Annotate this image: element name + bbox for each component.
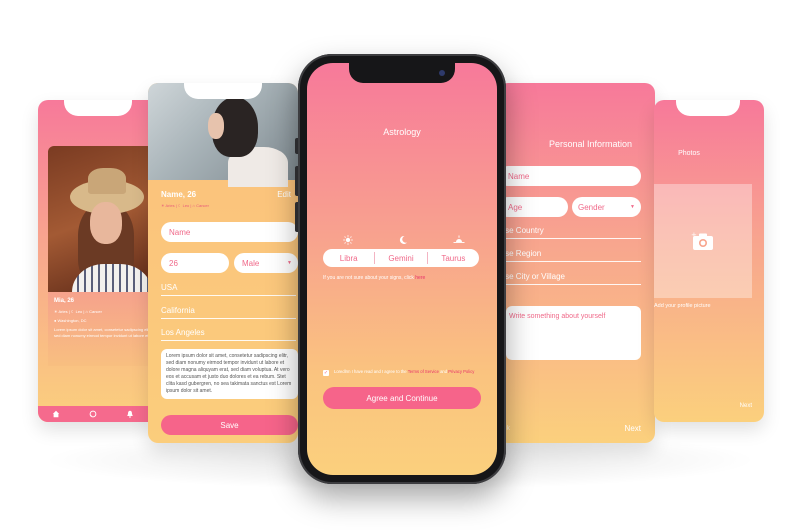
photo-face bbox=[90, 202, 122, 244]
profile-card-screen: Mia, 26 ☀ Aries | ☾ Leo | ⌂ Cancer ● Was… bbox=[38, 100, 158, 422]
sign-label: Cancer bbox=[196, 203, 209, 208]
age-input[interactable]: Age bbox=[498, 197, 568, 217]
sign-label: Aries bbox=[165, 203, 175, 208]
camera-add-icon: + bbox=[691, 231, 713, 250]
photo-hat-top bbox=[88, 168, 126, 194]
profile-signs: ☀ Aries | ☾ Leo | ⌂ Cancer bbox=[161, 203, 209, 208]
sun-sign-option[interactable]: Libra bbox=[323, 254, 374, 263]
rising-icon: ⌂ bbox=[85, 309, 88, 314]
svg-text:+: + bbox=[691, 231, 697, 239]
hint-text: If you are not sure about your signs, cl… bbox=[323, 275, 416, 281]
sign-hint: If you are not sure about your signs, cl… bbox=[323, 275, 425, 281]
profile-signs: ☀ Aries | ☾ Leo | ⌂ Cancer bbox=[54, 309, 102, 314]
screen-notch bbox=[676, 100, 740, 116]
hero-face bbox=[208, 113, 224, 139]
name-input[interactable]: Name bbox=[161, 222, 298, 242]
volume-up-button bbox=[295, 166, 298, 196]
here-link[interactable]: here bbox=[415, 275, 425, 281]
next-button[interactable]: Next bbox=[625, 424, 641, 433]
rising-sign-icon bbox=[453, 235, 465, 243]
sign-label: Leo bbox=[75, 309, 83, 314]
moon-icon: ☾ bbox=[177, 203, 182, 208]
photos-screen: Photos + Add your profile picture Next bbox=[654, 100, 764, 422]
moon-icon: ☾ bbox=[70, 309, 75, 314]
screen-title: Personal Information bbox=[548, 139, 633, 149]
terms-row: ✓ Loredlrm I have read and I agree to th… bbox=[323, 369, 483, 376]
profile-bio: Lorem ipsum dolor sit amet, consetetur s… bbox=[54, 327, 152, 338]
sign-label: Aries bbox=[58, 309, 68, 314]
photo-upload-box[interactable]: + bbox=[654, 184, 752, 298]
privacy-policy-link[interactable]: Privacy Policy bbox=[448, 369, 474, 374]
terms-prefix: Loredlrm I have read and I agree to the bbox=[334, 369, 408, 374]
caret-down-icon: ▼ bbox=[287, 260, 292, 266]
edit-profile-screen: Name, 26 Edit ☀ Aries | ☾ Leo | ⌂ Cancer… bbox=[148, 83, 298, 443]
sun-icon bbox=[343, 235, 353, 245]
sign-label: Cancer bbox=[89, 309, 102, 314]
rising-sign-option[interactable]: Taurus bbox=[428, 254, 479, 263]
add-photo-label: Add your profile picture bbox=[654, 303, 711, 309]
name-row: Name, 26 Edit bbox=[161, 190, 291, 199]
save-button[interactable]: Save bbox=[161, 415, 298, 435]
phone-notch bbox=[349, 63, 455, 83]
chat-icon[interactable] bbox=[89, 410, 97, 418]
center-phone: Astrology Libra Gemini Taurus If you are… bbox=[295, 54, 506, 484]
sign-icons-row bbox=[329, 235, 479, 245]
profile-name: Mia, 26 bbox=[54, 298, 75, 304]
volume-down-button bbox=[295, 202, 298, 232]
bio-textarea[interactable]: Write something about yourself bbox=[506, 306, 641, 360]
terms-of-service-link[interactable]: Terms of Service bbox=[408, 369, 439, 374]
terms-and: and bbox=[438, 369, 449, 374]
rising-icon: ⌂ bbox=[192, 203, 195, 208]
terms-text: Loredlrm I have read and I agree to the … bbox=[334, 369, 474, 376]
moon-sign-option[interactable]: Gemini bbox=[375, 254, 426, 263]
country-select[interactable]: Choose Country bbox=[498, 223, 641, 239]
bottom-tab-bar bbox=[38, 406, 158, 422]
bell-icon[interactable] bbox=[126, 410, 134, 418]
screen-notch bbox=[184, 83, 262, 99]
country-field[interactable]: USA bbox=[161, 280, 296, 296]
profile-info-panel: Mia, 26 ☀ Aries | ☾ Leo | ⌂ Cancer ● Was… bbox=[48, 292, 158, 366]
screen-title: Photos bbox=[678, 150, 700, 157]
city-placeholder: Choose City or Village bbox=[498, 272, 566, 281]
screen-notch bbox=[64, 100, 132, 116]
moon-icon bbox=[399, 235, 407, 244]
agree-and-continue-button[interactable]: Agree and Continue bbox=[323, 387, 481, 409]
region-select[interactable]: Choose Region bbox=[498, 246, 641, 262]
age-input[interactable]: 26 bbox=[161, 253, 229, 273]
city-select[interactable]: Choose City or Village bbox=[498, 269, 641, 285]
terms-checkbox[interactable]: ✓ bbox=[323, 370, 329, 376]
sign-selector: Libra Gemini Taurus bbox=[323, 249, 479, 267]
profile-location: ● Washington, DC bbox=[54, 318, 152, 323]
caret-down-icon: ▼ bbox=[630, 204, 635, 210]
name-input[interactable]: Name bbox=[498, 166, 641, 186]
camera-icon bbox=[439, 70, 445, 76]
home-icon[interactable] bbox=[52, 410, 60, 418]
personal-information-screen: Personal Information Name Age Gender ▼ C… bbox=[498, 83, 655, 443]
location-pin-icon: ● bbox=[54, 318, 57, 323]
city-field[interactable]: Los Angeles bbox=[161, 325, 296, 341]
mute-switch bbox=[295, 138, 298, 154]
sign-label: Leo bbox=[182, 203, 190, 208]
profile-name: Name, 26 bbox=[161, 190, 197, 199]
location-label: Washington, DC bbox=[57, 318, 87, 323]
edit-button[interactable]: Edit bbox=[277, 190, 291, 199]
gender-value: Male bbox=[242, 258, 260, 268]
screen-title: Astrology bbox=[383, 127, 421, 137]
bio-textarea[interactable]: Lorem ipsum dolor sit amet, consetetur s… bbox=[161, 349, 298, 399]
astrology-screen: Astrology Libra Gemini Taurus If you are… bbox=[307, 63, 497, 475]
gender-placeholder: Gender bbox=[578, 202, 605, 212]
region-field[interactable]: California bbox=[161, 303, 296, 319]
gender-select[interactable]: Male ▼ bbox=[234, 253, 298, 273]
gender-select[interactable]: Gender ▼ bbox=[572, 197, 641, 217]
next-button[interactable]: Next bbox=[740, 403, 752, 409]
